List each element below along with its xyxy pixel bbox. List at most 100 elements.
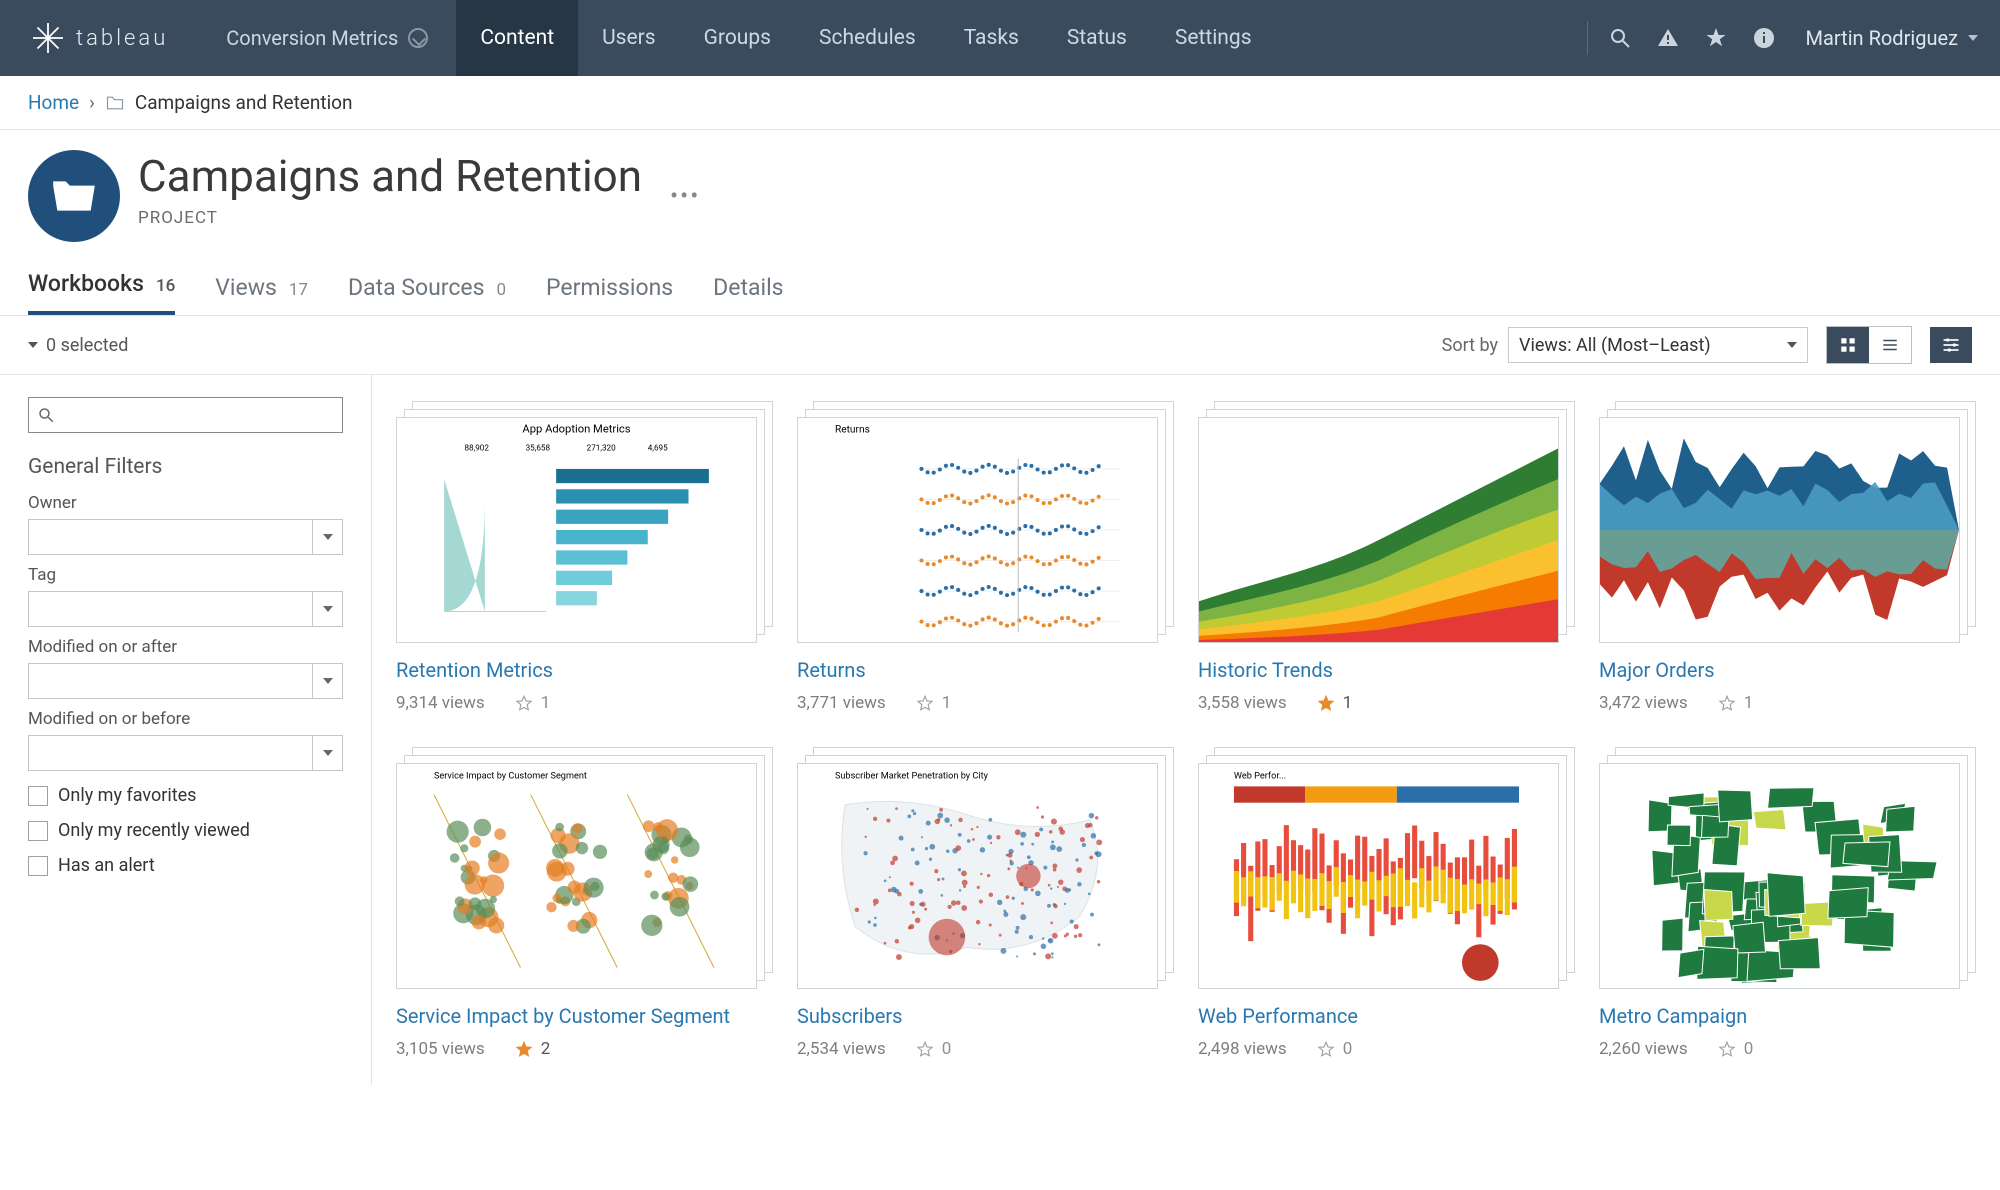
tab-data-sources[interactable]: Data Sources0 [348, 274, 506, 315]
favorites-icon[interactable] [1692, 0, 1740, 76]
more-actions-button[interactable]: ••• [670, 182, 700, 210]
workbook-title-link[interactable]: Web Performance [1198, 1003, 1575, 1029]
workbook-card: Major Orders 3,472 views 1 [1599, 401, 1976, 713]
workbook-thumbnail[interactable]: Service Impact by Customer Segment [396, 747, 773, 989]
workbook-views: 2,534 views [797, 1039, 886, 1059]
tag-label: Tag [28, 565, 343, 585]
folder-open-icon [49, 171, 99, 221]
nav-tasks[interactable]: Tasks [940, 0, 1043, 76]
favorite-toggle[interactable]: 0 [1317, 1039, 1353, 1059]
workbook-thumbnail[interactable]: Returns [797, 401, 1174, 643]
nav-schedules[interactable]: Schedules [795, 0, 940, 76]
workbook-card: Service Impact by Customer Segment Servi… [396, 747, 773, 1059]
workbook-title-link[interactable]: Service Impact by Customer Segment [396, 1003, 773, 1029]
favorite-toggle[interactable]: 0 [916, 1039, 952, 1059]
site-picker-label: Conversion Metrics [226, 26, 398, 50]
favorite-toggle[interactable]: 1 [1718, 693, 1754, 713]
svg-text:Service Impact by Customer Seg: Service Impact by Customer Segment [434, 771, 587, 781]
breadcrumb-home[interactable]: Home [28, 91, 79, 114]
favorite-toggle[interactable]: 2 [515, 1039, 551, 1059]
workbook-title-link[interactable]: Subscribers [797, 1003, 1174, 1029]
tag-select[interactable] [28, 591, 343, 627]
breadcrumb: Home › Campaigns and Retention [0, 76, 2000, 130]
favorite-count: 2 [541, 1039, 551, 1059]
workbook-title-link[interactable]: Retention Metrics [396, 657, 773, 683]
owner-select[interactable] [28, 519, 343, 555]
tab-details[interactable]: Details [713, 274, 783, 315]
search-icon[interactable] [1596, 0, 1644, 76]
title-row: Campaigns and Retention PROJECT ••• [0, 130, 2000, 242]
nav-groups[interactable]: Groups [680, 0, 795, 76]
tab-views[interactable]: Views17 [215, 274, 308, 315]
svg-text:35,658: 35,658 [526, 443, 551, 453]
only-favorites-checkbox[interactable]: Only my favorites [28, 785, 343, 806]
svg-text:Web Perfor...: Web Perfor... [1234, 771, 1286, 781]
favorite-toggle[interactable]: 1 [1317, 693, 1353, 713]
tab-workbooks[interactable]: Workbooks16 [28, 270, 175, 315]
workbook-views: 3,472 views [1599, 693, 1688, 713]
grid-view-button[interactable] [1827, 327, 1869, 363]
nav-users[interactable]: Users [578, 0, 680, 76]
breadcrumb-separator: › [89, 91, 95, 114]
filter-search[interactable] [28, 397, 343, 433]
content-toolbar: 0 selected Sort by Views: All (Most–Leas… [0, 316, 2000, 375]
logo[interactable]: tableau [0, 20, 198, 56]
user-name: Martin Rodriguez [1806, 26, 1958, 50]
mod-after-select[interactable] [28, 663, 343, 699]
workbook-grid: App Adoption Metrics 88,902 35,658 271,320… [372, 375, 2000, 1085]
tableau-logo-icon [30, 20, 66, 56]
only-recent-checkbox[interactable]: Only my recently viewed [28, 820, 343, 841]
selection-dropdown[interactable]: 0 selected [28, 335, 128, 356]
workbook-views: 2,498 views [1198, 1039, 1287, 1059]
workbook-title-link[interactable]: Returns [797, 657, 1174, 683]
svg-text:Subscriber Market Penetration: Subscriber Market Penetration by City [835, 771, 989, 781]
sort-select[interactable]: Views: All (Most–Least) [1508, 327, 1808, 363]
site-picker[interactable]: Conversion Metrics [198, 26, 456, 50]
user-menu[interactable]: Martin Rodriguez [1788, 26, 2000, 50]
workbook-card: Web Perfor... Web Performance 2,498 view… [1198, 747, 1575, 1059]
workbook-thumbnail[interactable] [1599, 747, 1976, 989]
svg-text:4,695: 4,695 [648, 443, 668, 453]
favorite-toggle[interactable]: 1 [515, 693, 551, 713]
sort-value: Views: All (Most–Least) [1519, 335, 1711, 356]
favorite-toggle[interactable]: 1 [916, 693, 952, 713]
list-view-button[interactable] [1869, 327, 1911, 363]
workbook-thumbnail[interactable]: Subscriber Market Penetration by City [797, 747, 1174, 989]
selection-count: 0 selected [46, 335, 128, 356]
breadcrumb-project: Campaigns and Retention [135, 91, 353, 114]
workbook-thumbnail[interactable]: Web Perfor... [1198, 747, 1575, 989]
filter-search-input[interactable] [61, 406, 334, 425]
view-toggle [1826, 326, 1912, 364]
workbook-thumbnail[interactable]: App Adoption Metrics 88,902 35,658 271,320… [396, 401, 773, 643]
workbook-card: Returns Returns 3,771 views 1 [797, 401, 1174, 713]
favorite-toggle[interactable]: 0 [1718, 1039, 1754, 1059]
tabs: Workbooks16 Views17 Data Sources0 Permis… [0, 242, 2000, 316]
workbook-title-link[interactable]: Historic Trends [1198, 657, 1575, 683]
workbook-thumbnail[interactable] [1198, 401, 1575, 643]
favorite-count: 0 [1744, 1039, 1754, 1059]
has-alert-checkbox[interactable]: Has an alert [28, 855, 343, 876]
workbook-title-link[interactable]: Major Orders [1599, 657, 1976, 683]
workbook-thumbnail[interactable] [1599, 401, 1976, 643]
nav-settings[interactable]: Settings [1151, 0, 1276, 76]
filter-toggle-button[interactable] [1930, 327, 1972, 363]
general-filters-header: General Filters [28, 455, 343, 479]
mod-before-select[interactable] [28, 735, 343, 771]
svg-text:App Adoption Metrics: App Adoption Metrics [522, 422, 630, 435]
nav-content[interactable]: Content [456, 0, 578, 76]
mod-before-label: Modified on or before [28, 709, 343, 729]
workbook-title-link[interactable]: Metro Campaign [1599, 1003, 1976, 1029]
workbook-card: App Adoption Metrics 88,902 35,658 271,320… [396, 401, 773, 713]
svg-text:271,320: 271,320 [587, 443, 616, 453]
alerts-icon[interactable] [1644, 0, 1692, 76]
page-title: Campaigns and Retention [138, 150, 642, 202]
workbook-views: 3,558 views [1198, 693, 1287, 713]
nav-status[interactable]: Status [1043, 0, 1151, 76]
folder-icon [105, 93, 125, 113]
svg-text:88,902: 88,902 [465, 443, 490, 453]
info-icon[interactable] [1740, 0, 1788, 76]
tab-permissions[interactable]: Permissions [546, 274, 673, 315]
workbook-views: 2,260 views [1599, 1039, 1688, 1059]
workbook-views: 3,105 views [396, 1039, 485, 1059]
nav-divider [1587, 21, 1588, 55]
